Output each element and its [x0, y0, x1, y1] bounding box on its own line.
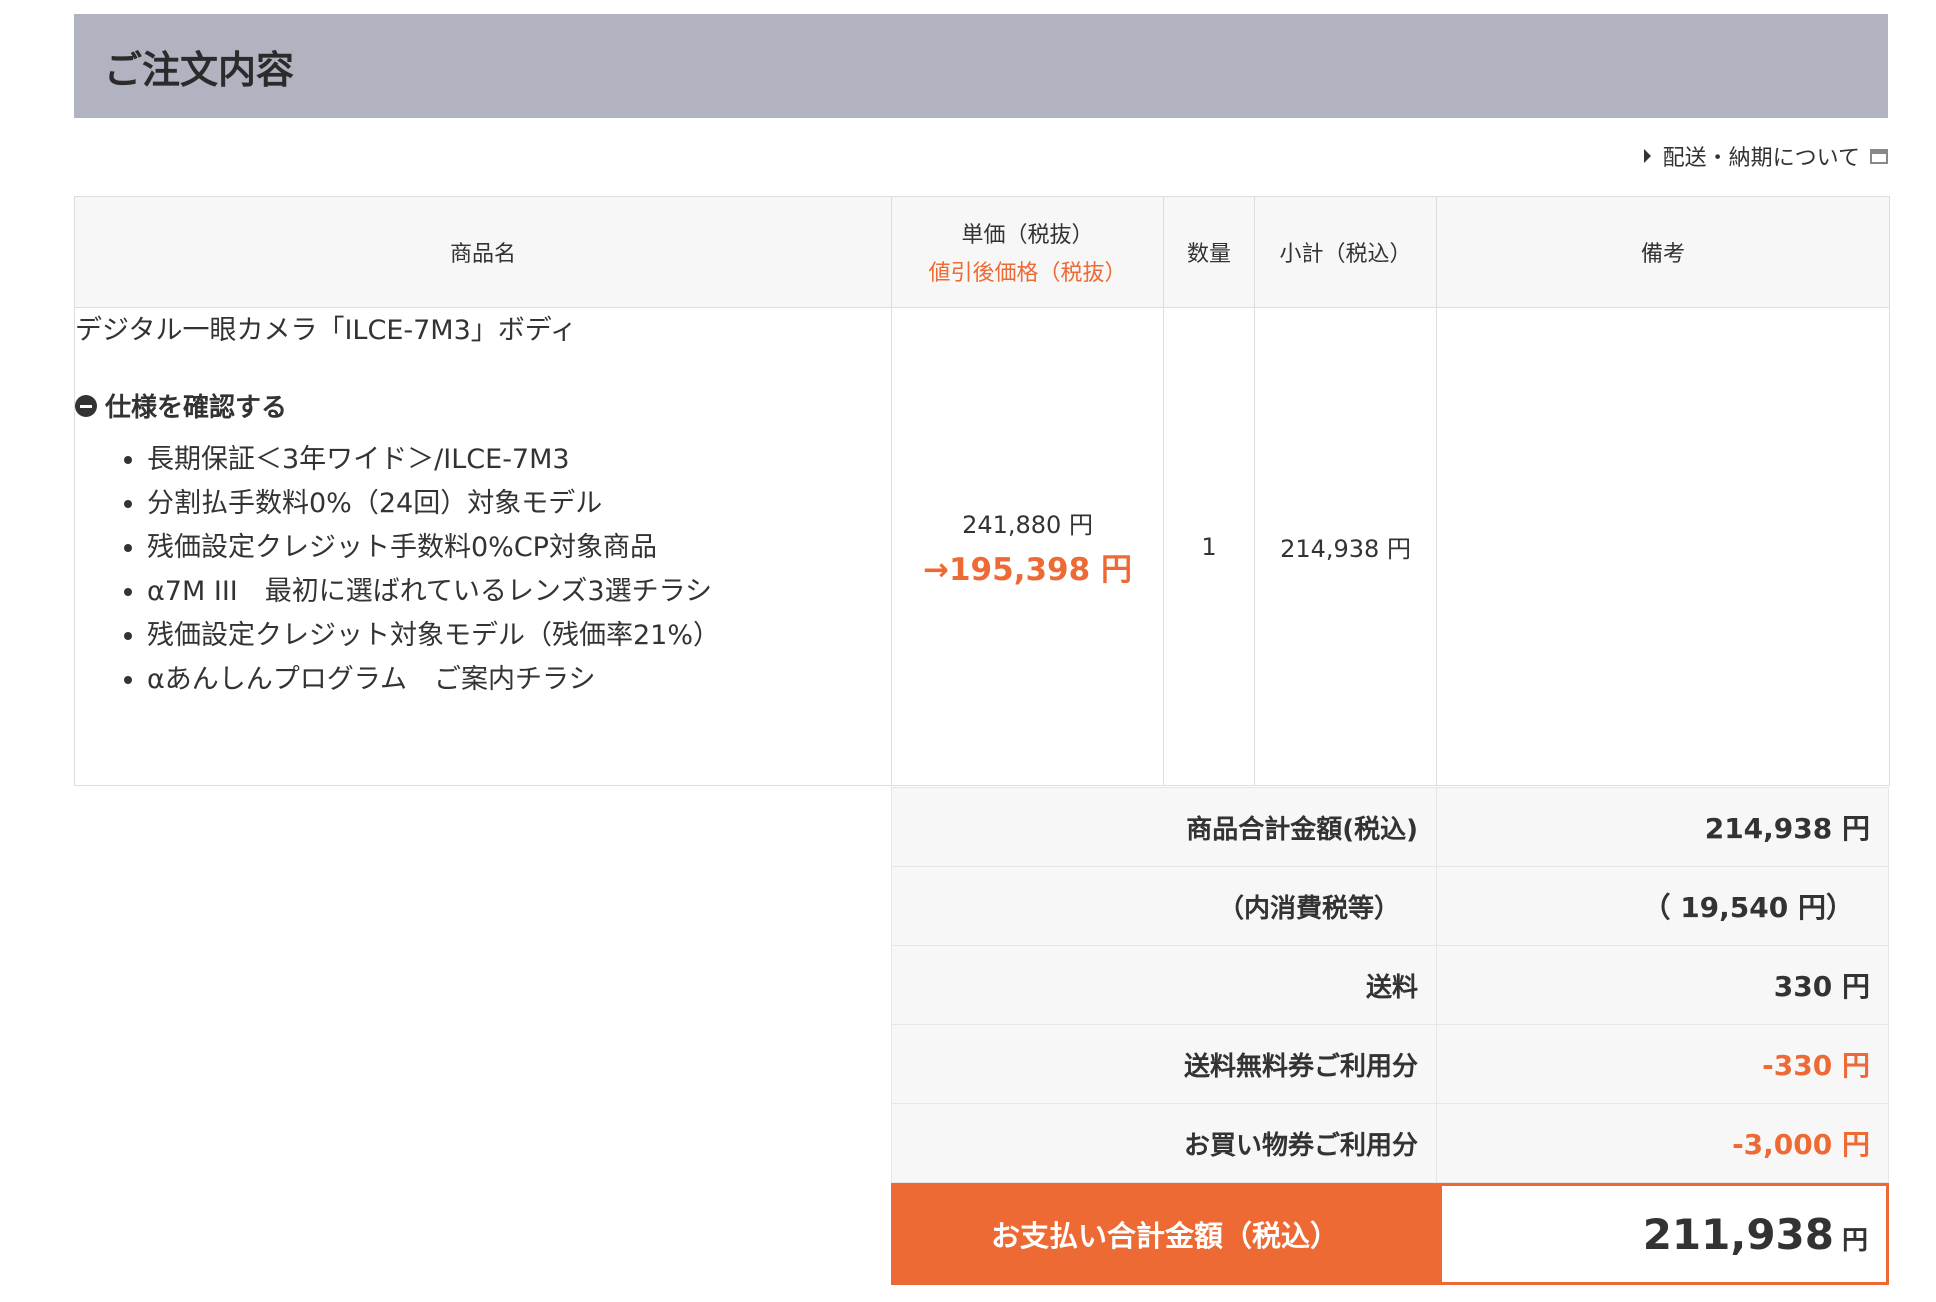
spec-list: 長期保証＜3年ワイド＞/ILCE-7M3 分割払手数料0%（24回）対象モデル …: [75, 438, 891, 702]
unit-price: 241,880 円: [962, 510, 1093, 539]
discount-price: →195,398 円: [923, 551, 1132, 588]
summary-value: 330 円: [1437, 946, 1889, 1024]
unit-price-header: 単価（税抜）: [961, 223, 1094, 248]
table-row: デジタル一眼カメラ「ILCE-7M3」ボディ 仕様を確認する 長期保証＜3年ワイ…: [74, 307, 1890, 786]
summary-label: 送料: [891, 946, 1437, 1024]
payment-total-row: お支払い合計金額（税込） 211,938 円: [891, 1183, 1889, 1285]
summary-label: 商品合計金額(税込): [891, 788, 1437, 866]
spec-toggle-label: 仕様を確認する: [105, 393, 288, 423]
list-item: 残価設定クレジット手数料0%CP対象商品: [147, 526, 891, 570]
list-item: 分割払手数料0%（24回）対象モデル: [147, 482, 891, 526]
col-header-product: 商品名: [74, 196, 892, 308]
summary-label: 送料無料券ご利用分: [891, 1025, 1437, 1103]
subtotal-cell: 214,938 円: [1254, 307, 1437, 786]
summary-row-product-total: 商品合計金額(税込) 214,938 円: [891, 787, 1889, 867]
payment-total-value-box: 211,938 円: [1439, 1183, 1889, 1285]
summary-row-shipping: 送料 330 円: [891, 946, 1889, 1025]
summary-value: -330 円: [1437, 1025, 1889, 1103]
summary-value: 214,938 円: [1437, 788, 1889, 866]
quantity-cell: 1: [1163, 307, 1255, 786]
col-header-subtotal: 小計（税込）: [1254, 196, 1437, 308]
product-name: デジタル一眼カメラ「ILCE-7M3」ボディ: [75, 315, 577, 346]
caret-right-icon: [1643, 149, 1651, 163]
summary-label: （内消費税等）: [891, 867, 1437, 945]
delivery-info-label: 配送・納期について: [1662, 146, 1860, 171]
minus-circle-icon: [75, 394, 97, 417]
table-header-row: 商品名 単価（税抜） 値引後価格（税抜） 数量 小計（税込） 備考: [74, 196, 1890, 308]
list-item: 長期保証＜3年ワイド＞/ILCE-7M3: [147, 438, 891, 482]
summary-row-free-shipping-coupon: 送料無料券ご利用分 -330 円: [891, 1025, 1889, 1104]
col-header-remarks: 備考: [1436, 196, 1890, 308]
col-header-quantity: 数量: [1163, 196, 1255, 308]
summary-label: お買い物券ご利用分: [891, 1104, 1437, 1182]
page-title: ご注文内容: [104, 47, 295, 92]
col-header-price: 単価（税抜） 値引後価格（税抜）: [891, 196, 1164, 308]
product-cell: デジタル一眼カメラ「ILCE-7M3」ボディ 仕様を確認する 長期保証＜3年ワイ…: [74, 307, 892, 786]
payment-total-amount: 211,938: [1642, 1209, 1834, 1259]
delivery-info-link[interactable]: 配送・納期について: [1643, 138, 1888, 174]
list-item: αあんしんプログラム ご案内チラシ: [147, 658, 891, 702]
list-item: α7M III 最初に選ばれているレンズ3選チラシ: [147, 570, 891, 614]
payment-total-label: お支払い合計金額（税込）: [891, 1183, 1439, 1285]
order-summary: 商品合計金額(税込) 214,938 円 （内消費税等） （ 19,540 円）…: [891, 787, 1889, 1285]
list-item: 残価設定クレジット対象モデル（残価率21%）: [147, 614, 891, 658]
spec-toggle[interactable]: 仕様を確認する: [75, 387, 891, 424]
remarks-cell: [1436, 307, 1890, 786]
discount-price-header: 値引後価格（税抜）: [928, 261, 1127, 286]
order-header: ご注文内容: [74, 14, 1888, 118]
summary-value: （ 19,540 円）: [1437, 867, 1889, 945]
new-window-icon: [1870, 148, 1888, 164]
order-items-table: 商品名 単価（税抜） 値引後価格（税抜） 数量 小計（税込） 備考 デジタル一眼…: [74, 196, 1890, 786]
summary-row-tax: （内消費税等） （ 19,540 円）: [891, 867, 1889, 946]
summary-row-shopping-voucher: お買い物券ご利用分 -3,000 円: [891, 1104, 1889, 1183]
price-cell: 241,880 円 →195,398 円: [891, 307, 1164, 786]
summary-value: -3,000 円: [1437, 1104, 1889, 1182]
payment-total-unit: 円: [1841, 1225, 1868, 1256]
